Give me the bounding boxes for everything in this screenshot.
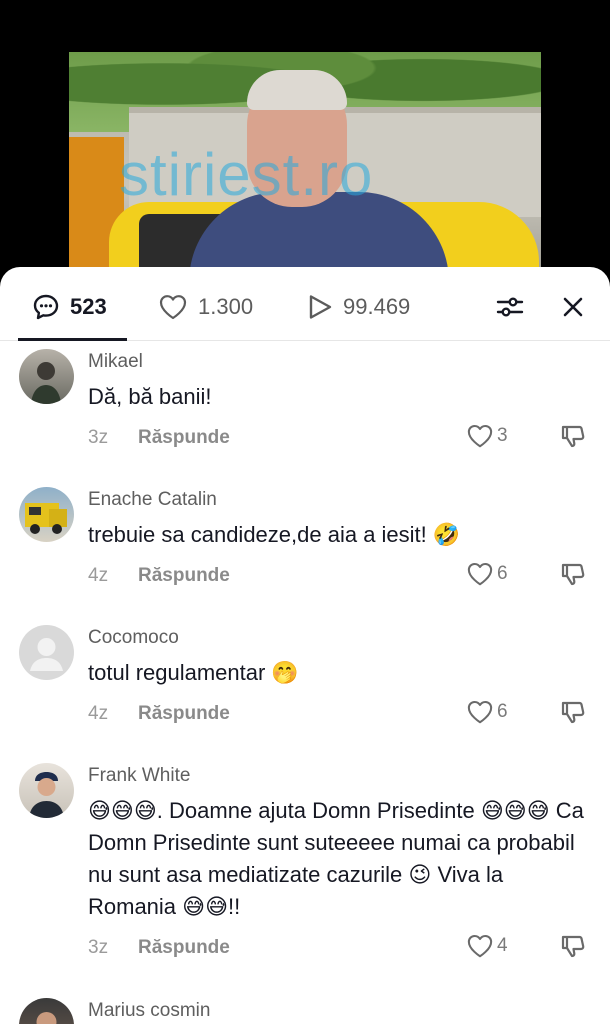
comment-author[interactable]: Mikael — [88, 351, 588, 375]
video-area[interactable]: stiriest.ro — [0, 0, 610, 290]
comment-author[interactable]: Marius cosmin — [88, 1000, 588, 1024]
heart-icon — [467, 562, 493, 586]
comment-like-button[interactable]: 6 — [466, 561, 508, 587]
comment-author[interactable]: Frank White — [88, 765, 588, 789]
comment-dislike-button[interactable] — [560, 933, 586, 965]
comment-time: 4z — [88, 565, 109, 586]
sheet-tabs: 523 1.300 99.469 — [0, 267, 610, 341]
tab-comments[interactable]: 523 — [32, 289, 107, 325]
comment-time: 4z — [88, 703, 109, 724]
tab-likes[interactable]: 1.300 — [158, 289, 253, 325]
comment-like-count: 3 — [497, 425, 508, 446]
comment-dislike-button[interactable] — [560, 423, 586, 455]
heart-icon — [159, 295, 187, 320]
active-tab-indicator — [18, 338, 127, 341]
comment-text: 😅😅😅. Doamne ajuta Domn Prisedinte 😅😅😅 Ca… — [88, 798, 584, 919]
comment-dislike-button[interactable] — [560, 561, 586, 593]
comment-like-count: 6 — [497, 563, 508, 584]
heart-icon — [467, 424, 493, 448]
thumbs-down-icon — [561, 425, 585, 448]
comments-count: 523 — [70, 294, 107, 319]
thumbs-down-icon — [561, 935, 585, 958]
comments-sheet: 523 1.300 99.469 Mikael Dă, bă banii! 3z… — [0, 267, 610, 1024]
comment-author[interactable]: Enache Catalin — [88, 489, 588, 513]
comment-dislike-button[interactable] — [560, 699, 586, 731]
comment-icon — [33, 294, 59, 320]
default-avatar-icon — [30, 638, 63, 671]
close-button[interactable] — [555, 289, 591, 325]
heart-icon — [467, 934, 493, 958]
video-watermark: stiriest.ro — [119, 141, 374, 208]
avatar[interactable] — [19, 625, 74, 680]
heart-icon — [467, 700, 493, 724]
video-thumbnail[interactable]: stiriest.ro — [69, 52, 541, 282]
close-icon — [563, 297, 583, 317]
avatar[interactable] — [19, 349, 74, 404]
sliders-icon — [496, 297, 524, 317]
reply-button[interactable]: Răspunde — [138, 427, 230, 449]
avatar[interactable] — [19, 763, 74, 818]
reply-button[interactable]: Răspunde — [138, 703, 230, 725]
filter-button[interactable] — [492, 289, 528, 325]
comment-like-button[interactable]: 4 — [466, 933, 508, 959]
comment-like-count: 6 — [497, 701, 508, 722]
avatar[interactable] — [19, 487, 74, 542]
reply-button[interactable]: Răspunde — [138, 565, 230, 587]
comment-text: totul regulamentar 🤭 — [88, 660, 299, 685]
comment-like-count: 4 — [497, 935, 508, 956]
comment-like-button[interactable]: 3 — [466, 423, 508, 449]
comment-like-button[interactable]: 6 — [466, 699, 508, 725]
comment-time: 3z — [88, 937, 109, 958]
comment-text: Dă, bă banii! — [88, 384, 212, 409]
comment-time: 3z — [88, 427, 109, 448]
thumbs-down-icon — [561, 563, 585, 586]
avatar[interactable] — [19, 998, 74, 1024]
play-icon — [309, 295, 332, 319]
reply-button[interactable]: Răspunde — [138, 937, 230, 959]
views-count: 99.469 — [343, 294, 411, 319]
likes-count: 1.300 — [198, 294, 254, 319]
comment-author[interactable]: Cocomoco — [88, 627, 588, 651]
thumbs-down-icon — [561, 701, 585, 724]
tab-views[interactable]: 99.469 — [307, 289, 410, 325]
comment-text: trebuie sa candideze,de aia a iesit! 🤣 — [88, 522, 461, 547]
